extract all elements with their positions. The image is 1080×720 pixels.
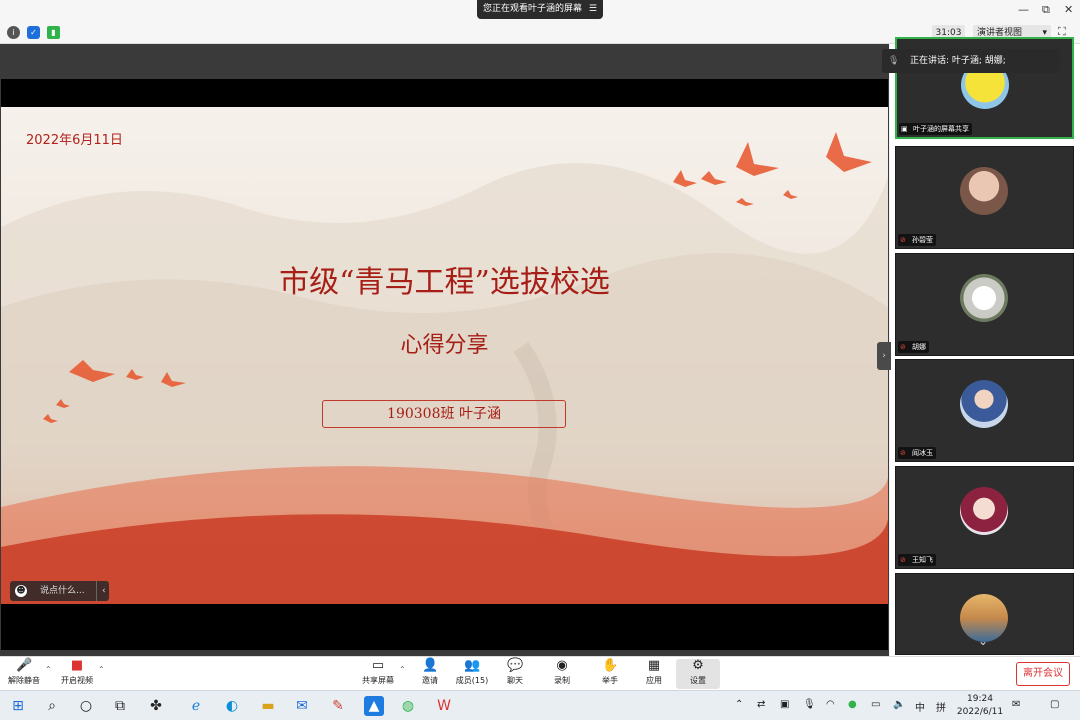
chevron-left-icon[interactable]: ‹ — [96, 581, 106, 601]
avatar — [960, 380, 1008, 428]
clock-time: 19:24 — [967, 694, 993, 704]
network-sync-icon[interactable]: ⇄ — [757, 699, 765, 710]
chevron-up-icon[interactable]: ⌃ — [45, 665, 52, 674]
participant-label: ⊘ 王知飞 — [898, 554, 936, 566]
os-taskbar: ⊞ ⌕ ○ ⧉ ✤ ℯ ◐ ▬ ✉ ✎ ▲ ◍ W ⌃ ⇄ ▣ 🎙 ◠ ● ▭ … — [0, 690, 1080, 720]
share-screen-button[interactable]: ▭ 共享屏幕 — [356, 659, 400, 686]
quick-chat-bar[interactable]: ☻ 说点什么... ‹ — [10, 581, 109, 601]
ime-language[interactable]: 中 — [915, 699, 925, 714]
participant-label: ⊘ 阎冰玉 — [898, 447, 936, 459]
signal-icon[interactable]: ▮ — [47, 26, 60, 39]
edge-browser-icon[interactable]: ◐ — [222, 696, 242, 716]
share-screen-icon: ▭ — [371, 658, 385, 673]
search-icon[interactable]: ⌕ — [42, 696, 62, 716]
members-button[interactable]: 👥 成员(15) — [450, 659, 494, 686]
muted-mic-icon: ⊘ — [900, 343, 906, 351]
chat-placeholder[interactable]: 说点什么... — [40, 581, 85, 601]
record-icon: ◉ — [556, 658, 568, 673]
participant-tile[interactable]: ⊘ 胡娜 — [895, 253, 1074, 356]
cortana-icon[interactable]: ○ — [76, 696, 96, 716]
record-button[interactable]: ◉ 录制 — [540, 659, 584, 686]
menu-icon[interactable]: ☰ — [589, 0, 597, 19]
clock-date: 2022/6/11 — [956, 707, 1004, 717]
speaking-text: 正在讲话: 叶子涵; 胡娜; — [910, 56, 1006, 66]
viewing-text: 您正在观看叶子涵的屏幕 — [483, 4, 583, 14]
muted-mic-icon: 🎤 — [16, 658, 33, 673]
info-icon[interactable]: i — [7, 26, 20, 39]
wps-office-icon[interactable]: W — [434, 696, 454, 716]
ie-browser-icon[interactable]: ℯ — [186, 696, 206, 716]
viewing-banner[interactable]: 您正在观看叶子涵的屏幕 ☰ — [477, 0, 603, 19]
start-video-button[interactable]: ■ 开启视频 — [55, 659, 99, 686]
muted-mic-icon: ⊘ — [900, 236, 906, 244]
avatar — [960, 274, 1008, 322]
chat-icon: 💬 — [507, 658, 524, 673]
slide-date: 2022年6月11日 — [26, 133, 123, 148]
hand-icon: ✋ — [602, 658, 619, 673]
collapse-panel-button[interactable]: › — [877, 342, 891, 370]
system-clock[interactable]: 19:24 2022/6/11 — [955, 693, 1005, 719]
notification-center-icon[interactable]: ▢ — [1050, 699, 1059, 710]
gear-icon: ⚙ — [692, 658, 704, 673]
screen-share-icon: ▣ — [901, 125, 908, 133]
speaking-indicator: 🎙 正在讲话: 叶子涵; 胡娜; — [882, 49, 1060, 73]
mic-icon[interactable]: 🎙 — [803, 699, 816, 710]
avatar — [960, 487, 1008, 535]
chevron-up-icon[interactable]: ⌃ — [399, 665, 406, 674]
invite-button[interactable]: 👤 邀请 — [408, 659, 452, 686]
presenter-name-box: 190308班 叶子涵 — [322, 400, 566, 428]
paint-app-icon[interactable]: ✎ — [328, 696, 348, 716]
mail-notification-icon[interactable]: ✉ — [1012, 699, 1020, 710]
wifi-icon[interactable]: ◠ — [826, 699, 835, 710]
muted-mic-icon: ⊘ — [900, 556, 906, 564]
volume-icon[interactable]: 🔈 — [893, 699, 905, 710]
close-icon[interactable]: ✕ — [1064, 3, 1073, 16]
chevron-down-icon[interactable]: ⌄ — [978, 634, 988, 648]
participant-tile[interactable]: ⊘ 阎冰玉 — [895, 359, 1074, 462]
add-user-icon: 👤 — [422, 658, 439, 673]
raise-hand-button[interactable]: ✋ 举手 — [588, 659, 632, 686]
window-title-bar: 您正在观看叶子涵的屏幕 ☰ — ⧉ ✕ — [0, 0, 1080, 22]
users-icon: 👥 — [464, 658, 481, 673]
participant-label: ⊘ 孙碧莹 — [898, 234, 936, 246]
meeting-toolbar: 🎤 解除静音 ⌃ ■ 开启视频 ⌃ ▭ 共享屏幕 ⌃ 👤 邀请 👥 成员(15)… — [0, 656, 1080, 690]
slide-content: 2022年6月11日 市级“青马工程”选拔校选 心得分享 190308班 叶子涵 — [1, 107, 888, 604]
leave-meeting-button[interactable]: 离开会议 — [1016, 662, 1070, 686]
chevron-up-icon[interactable]: ⌃ — [735, 699, 743, 710]
slide-subtitle: 心得分享 — [400, 333, 489, 358]
slide-title: 市级“青马工程”选拔校选 — [279, 265, 610, 300]
participant-label: ▣ 叶子涵的屏幕共享 — [899, 123, 972, 135]
apps-grid-icon: ▦ — [647, 658, 661, 673]
shield-icon[interactable]: ✓ — [27, 26, 40, 39]
tencent-meeting-icon[interactable]: ▲ — [364, 696, 384, 716]
participant-label: ⊘ 胡娜 — [898, 341, 929, 353]
windows-start-icon[interactable]: ⊞ — [8, 696, 28, 716]
avatar — [960, 167, 1008, 215]
wechat-icon[interactable]: ◍ — [398, 696, 418, 716]
slide-frame: 2022年6月11日 市级“青马工程”选拔校选 心得分享 190308班 叶子涵 — [1, 79, 888, 650]
chat-button[interactable]: 💬 聊天 — [493, 659, 537, 686]
participant-tile[interactable]: ⊘ 王知飞 — [895, 466, 1074, 569]
ime-mode[interactable]: 拼 — [936, 699, 946, 714]
muted-mic-icon: 🎙 — [888, 56, 900, 66]
screen-icon[interactable]: ▣ — [780, 699, 789, 710]
emoji-icon[interactable]: ☻ — [15, 585, 27, 597]
mail-icon[interactable]: ✉ — [292, 696, 312, 716]
unmute-button[interactable]: 🎤 解除静音 — [2, 659, 46, 686]
task-view-icon[interactable]: ⧉ — [110, 696, 130, 716]
chevron-up-icon[interactable]: ⌃ — [98, 665, 105, 674]
minimize-icon[interactable]: — — [1018, 3, 1029, 16]
security-icon[interactable]: ● — [848, 699, 857, 710]
file-explorer-icon[interactable]: ▬ — [258, 696, 278, 716]
settings-button[interactable]: ⚙ 设置 — [676, 659, 720, 689]
participant-tile[interactable]: ⌄ — [895, 573, 1074, 655]
participant-tile[interactable]: ⊘ 孙碧莹 — [895, 146, 1074, 249]
shared-screen-stage: 2022年6月11日 市级“青马工程”选拔校选 心得分享 190308班 叶子涵… — [0, 44, 889, 656]
battery-icon[interactable]: ▭ — [871, 699, 880, 710]
muted-mic-icon: ⊘ — [900, 449, 906, 457]
pinwheel-app-icon[interactable]: ✤ — [146, 696, 166, 716]
apps-button[interactable]: ▦ 应用 — [632, 659, 676, 686]
video-off-icon: ■ — [70, 658, 84, 673]
restore-icon[interactable]: ⧉ — [1042, 3, 1050, 17]
